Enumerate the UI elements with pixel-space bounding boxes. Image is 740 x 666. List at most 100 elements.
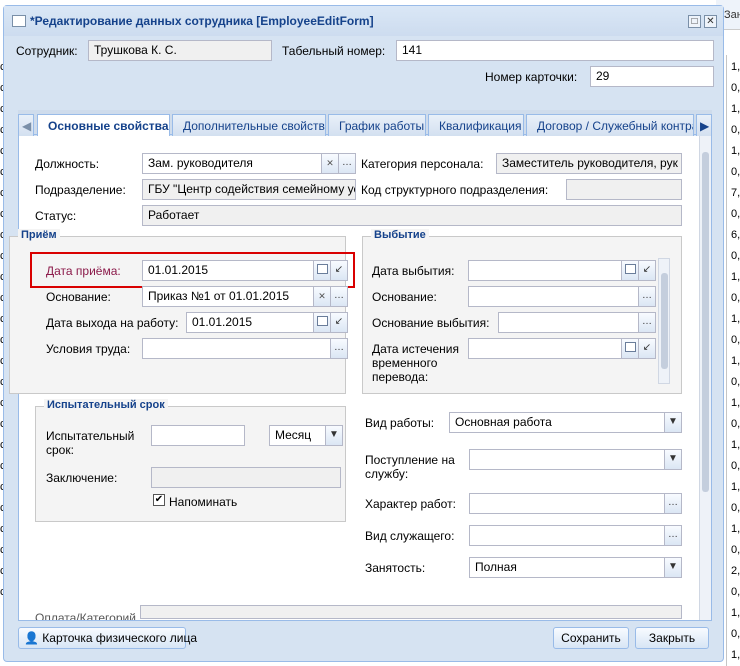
leave-scrollbar[interactable] xyxy=(658,258,670,384)
background-cell: 1, xyxy=(731,313,740,325)
ellipsis-icon[interactable]: … xyxy=(330,339,347,358)
category-field[interactable]: Заместитель руководителя, рук xyxy=(496,153,682,174)
background-cell: 0, xyxy=(731,544,740,556)
status-field[interactable]: Работает xyxy=(142,205,682,226)
work-type-label: Вид работы: xyxy=(365,416,435,430)
main-properties-panel: Должность: Зам. руководителя ✕ … Категор… xyxy=(9,136,712,621)
tab-scroll-left-icon[interactable]: ◀ xyxy=(18,114,34,136)
background-cell: 0, xyxy=(731,82,740,94)
background-value-column: 1, 0, 1, 0, 1, 0, 7, 0, 6, 0, 1, 0, 1, 0, 1, 0, 1, 0, 1, 0,… xyxy=(726,55,740,666)
person-icon: 👤 xyxy=(24,631,39,645)
position-field[interactable]: Зам. руководителя ✕ … xyxy=(142,153,356,174)
background-cell: 0, xyxy=(731,334,740,346)
status-label: Статус: xyxy=(35,209,77,223)
background-cell: 0, xyxy=(731,586,740,598)
transfer-label-line2: временного xyxy=(372,356,438,370)
ellipsis-icon[interactable]: … xyxy=(330,287,347,306)
hire-legend: Приём xyxy=(18,229,60,241)
background-cell: 7, xyxy=(731,187,740,199)
calendar-icon[interactable] xyxy=(313,313,330,332)
background-cell: 1, xyxy=(731,607,740,619)
tab-number-field[interactable]: 141 xyxy=(396,40,714,61)
entry-label-line1: Поступление на xyxy=(365,453,455,467)
leave-date-label: Дата выбытия: xyxy=(372,264,455,278)
background-cell: 0, xyxy=(731,628,740,640)
ellipsis-icon[interactable]: … xyxy=(638,287,655,306)
servant-type-label: Вид служащего: xyxy=(365,529,455,543)
employee-field[interactable]: Трушкова К. С. xyxy=(88,40,272,61)
work-nature-field[interactable]: … xyxy=(469,493,682,514)
servant-type-field[interactable]: … xyxy=(469,525,682,546)
cutoff-field[interactable] xyxy=(140,605,682,619)
chevron-down-icon[interactable]: ▼ xyxy=(325,426,342,445)
ellipsis-icon[interactable]: … xyxy=(338,154,355,173)
clear-icon[interactable]: ✕ xyxy=(321,154,338,173)
probation-term-field[interactable] xyxy=(151,425,245,446)
tab-contract[interactable]: Договор / Служебный контракт xyxy=(526,114,694,136)
leave-reason-field[interactable]: … xyxy=(498,312,656,333)
position-value: Зам. руководителя xyxy=(148,156,253,170)
save-button[interactable]: Сохранить xyxy=(553,627,629,649)
clear-icon[interactable]: ✕ xyxy=(313,287,330,306)
background-cell: 0, xyxy=(731,502,740,514)
remind-checkbox[interactable]: ✔ xyxy=(153,494,165,506)
work-conditions-field[interactable]: … xyxy=(142,338,348,359)
panel-scrollbar[interactable] xyxy=(699,136,711,620)
highlight-frame xyxy=(30,252,355,288)
entry-label-line2: службу: xyxy=(365,467,409,481)
background-cell: 1, xyxy=(731,271,740,283)
person-card-button[interactable]: 👤 Карточка физического лица xyxy=(18,627,197,649)
dept-code-field[interactable] xyxy=(566,179,682,200)
conclusion-field[interactable] xyxy=(151,467,341,488)
dept-code-label: Код структурного подразделения: xyxy=(361,183,549,197)
card-number-field[interactable]: 29 xyxy=(590,66,714,87)
chevron-down-icon[interactable]: ▼ xyxy=(664,450,681,469)
hire-basis-field[interactable]: Приказ №1 от 01.01.2015 ✕ … xyxy=(142,286,348,307)
tab-main-properties[interactable]: Основные свойства xyxy=(37,114,170,137)
transfer-label-line1: Дата истечения xyxy=(372,342,459,356)
chevron-down-icon[interactable]: ▼ xyxy=(664,558,681,577)
background-cell: 1, xyxy=(731,103,740,115)
date-arrow-icon[interactable]: ↙ xyxy=(638,339,655,358)
hire-basis-value: Приказ №1 от 01.01.2015 xyxy=(148,289,290,303)
position-label: Должность: xyxy=(35,157,100,171)
background-cell: 0, xyxy=(731,124,740,136)
tab-work-schedule[interactable]: График работы xyxy=(328,114,426,136)
employment-value: Полная xyxy=(475,560,517,574)
date-arrow-icon[interactable]: ↙ xyxy=(638,261,655,280)
work-start-field[interactable]: 01.01.2015 ↙ xyxy=(186,312,348,333)
window-titlebar[interactable]: *Редактирование данных сотрудника [Emplo… xyxy=(4,6,723,36)
probation-unit-select[interactable]: Месяц ▼ xyxy=(269,425,343,446)
tab-qualification[interactable]: Квалификация xyxy=(428,114,524,136)
employment-select[interactable]: Полная ▼ xyxy=(469,557,682,578)
ellipsis-icon[interactable]: … xyxy=(664,494,681,513)
work-type-select[interactable]: Основная работа ▼ xyxy=(449,412,682,433)
background-cell: 0, xyxy=(731,292,740,304)
tab-strip: ◀ Основные свойства Дополнительные свойс… xyxy=(18,110,712,137)
close-button[interactable]: Закрыть xyxy=(635,627,709,649)
background-cell: 0, xyxy=(731,460,740,472)
background-cell: 2, xyxy=(731,565,740,577)
leave-basis-field[interactable]: … xyxy=(468,286,656,307)
calendar-icon[interactable] xyxy=(621,339,638,358)
tab-additional-properties[interactable]: Дополнительные свойства xyxy=(172,114,326,136)
department-label: Подразделение: xyxy=(35,183,126,197)
leave-date-field[interactable]: ↙ xyxy=(468,260,656,281)
work-nature-label: Характер работ: xyxy=(365,497,456,511)
entry-select[interactable]: ▼ xyxy=(469,449,682,470)
background-cell: 0, xyxy=(731,418,740,430)
tab-scroll-right-icon[interactable]: ▶ xyxy=(696,114,712,136)
date-arrow-icon[interactable]: ↙ xyxy=(330,313,347,332)
calendar-icon[interactable] xyxy=(621,261,638,280)
maximize-icon[interactable]: □ xyxy=(688,15,701,28)
ellipsis-icon[interactable]: … xyxy=(664,526,681,545)
chevron-down-icon[interactable]: ▼ xyxy=(664,413,681,432)
transfer-label-line3: перевода: xyxy=(372,370,429,384)
department-field[interactable]: ГБУ "Центр содействия семейному ус xyxy=(142,179,356,200)
ellipsis-icon[interactable]: … xyxy=(638,313,655,332)
remind-label: Напоминать xyxy=(169,495,238,509)
background-cell: 6, xyxy=(731,229,740,241)
probation-unit-value: Месяц xyxy=(275,428,312,442)
transfer-date-field[interactable]: ↙ xyxy=(468,338,656,359)
close-icon[interactable]: ✕ xyxy=(704,15,717,28)
